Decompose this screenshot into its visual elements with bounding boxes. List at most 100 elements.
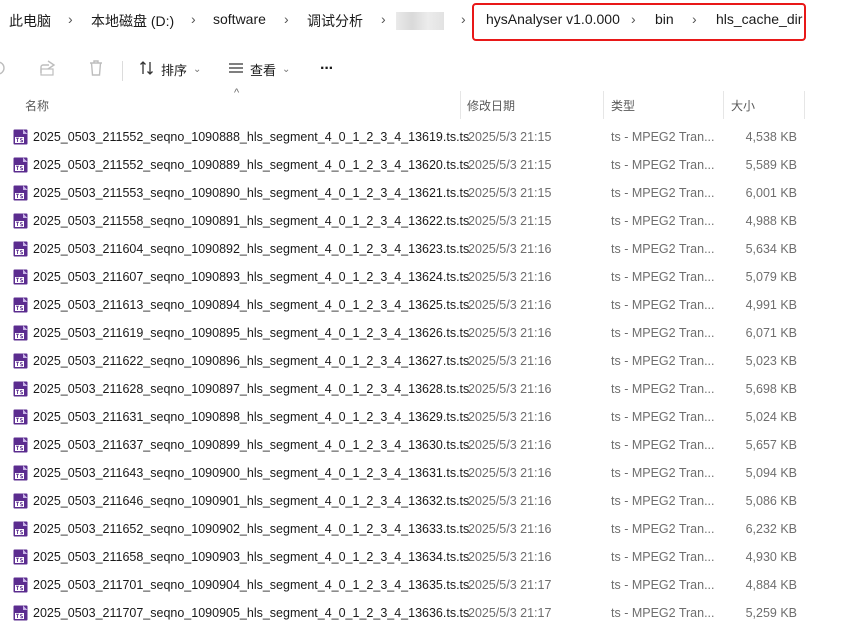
breadcrumb-item-hysanalyser[interactable]: hysAnalyser v1.0.000 xyxy=(486,11,620,27)
file-type: ts - MPEG2 Tran... xyxy=(611,130,715,144)
column-divider[interactable] xyxy=(460,91,461,119)
file-date: 2025/5/3 21:17 xyxy=(468,606,552,620)
breadcrumb-separator[interactable]: › xyxy=(692,11,697,27)
file-row[interactable]: 2025_0503_211552_seqno_1090889_hls_segme… xyxy=(0,151,844,179)
view-button[interactable]: 查看 ⌄ xyxy=(228,58,290,80)
file-row[interactable]: 2025_0503_211701_seqno_1090904_hls_segme… xyxy=(0,571,844,599)
file-type: ts - MPEG2 Tran... xyxy=(611,354,715,368)
column-header-date[interactable]: 修改日期 xyxy=(467,97,515,114)
file-row[interactable]: 2025_0503_211637_seqno_1090899_hls_segme… xyxy=(0,431,844,459)
file-type: ts - MPEG2 Tran... xyxy=(611,270,715,284)
file-name: 2025_0503_211631_seqno_1090898_hls_segme… xyxy=(33,410,470,424)
chevron-down-icon: ⌄ xyxy=(282,63,291,75)
file-size: 4,538 KB xyxy=(745,130,797,144)
breadcrumb-separator[interactable]: › xyxy=(631,11,636,27)
column-divider[interactable] xyxy=(603,91,604,119)
column-divider[interactable] xyxy=(723,91,724,119)
file-type: ts - MPEG2 Tran... xyxy=(611,186,715,200)
file-name: 2025_0503_211701_seqno_1090904_hls_segme… xyxy=(33,578,470,592)
file-date: 2025/5/3 21:16 xyxy=(468,466,552,480)
file-type: ts - MPEG2 Tran... xyxy=(611,298,715,312)
file-size: 5,079 KB xyxy=(745,270,797,284)
ts-file-icon xyxy=(13,437,28,453)
rename-icon[interactable] xyxy=(0,58,8,81)
file-size: 5,024 KB xyxy=(745,410,797,424)
view-label: 查看 xyxy=(250,62,277,78)
file-size: 5,023 KB xyxy=(745,354,797,368)
file-row[interactable]: 2025_0503_211604_seqno_1090892_hls_segme… xyxy=(0,235,844,263)
file-row[interactable]: 2025_0503_211643_seqno_1090900_hls_segme… xyxy=(0,459,844,487)
ts-file-icon xyxy=(13,213,28,229)
file-row[interactable]: 2025_0503_211628_seqno_1090897_hls_segme… xyxy=(0,375,844,403)
breadcrumb-separator[interactable]: › xyxy=(381,11,386,27)
file-name: 2025_0503_211628_seqno_1090897_hls_segme… xyxy=(33,382,470,396)
file-date: 2025/5/3 21:16 xyxy=(468,326,552,340)
file-name: 2025_0503_211622_seqno_1090896_hls_segme… xyxy=(33,354,470,368)
file-date: 2025/5/3 21:15 xyxy=(468,186,552,200)
file-row[interactable]: 2025_0503_211607_seqno_1090893_hls_segme… xyxy=(0,263,844,291)
share-icon[interactable] xyxy=(38,58,58,81)
file-date: 2025/5/3 21:16 xyxy=(468,438,552,452)
file-date: 2025/5/3 21:16 xyxy=(468,522,552,536)
file-row[interactable]: 2025_0503_211613_seqno_1090894_hls_segme… xyxy=(0,291,844,319)
file-row[interactable]: 2025_0503_211658_seqno_1090903_hls_segme… xyxy=(0,543,844,571)
breadcrumb-item-bin[interactable]: bin xyxy=(655,11,674,27)
file-type: ts - MPEG2 Tran... xyxy=(611,242,715,256)
file-name: 2025_0503_211613_seqno_1090894_hls_segme… xyxy=(33,298,470,312)
file-row[interactable]: 2025_0503_211652_seqno_1090902_hls_segme… xyxy=(0,515,844,543)
file-row[interactable]: 2025_0503_211552_seqno_1090888_hls_segme… xyxy=(0,123,844,151)
breadcrumb-separator[interactable]: › xyxy=(191,11,196,27)
column-header-name[interactable]: 名称 xyxy=(25,97,49,114)
breadcrumb-separator[interactable]: › xyxy=(68,11,73,27)
delete-icon[interactable] xyxy=(86,58,106,81)
file-row[interactable]: 2025_0503_211619_seqno_1090895_hls_segme… xyxy=(0,319,844,347)
file-name: 2025_0503_211637_seqno_1090899_hls_segme… xyxy=(33,438,470,452)
file-date: 2025/5/3 21:16 xyxy=(468,354,552,368)
file-name: 2025_0503_211707_seqno_1090905_hls_segme… xyxy=(33,606,470,620)
breadcrumb-separator[interactable]: › xyxy=(461,11,466,27)
file-list: 2025_0503_211552_seqno_1090888_hls_segme… xyxy=(0,123,844,627)
column-header-size[interactable]: 大小 xyxy=(731,97,755,114)
file-size: 4,884 KB xyxy=(745,578,797,592)
command-bar: 排序 ⌄ 查看 ⌄ ··· xyxy=(0,48,844,90)
breadcrumb-item-hls-cache-dir[interactable]: hls_cache_dir xyxy=(716,11,802,27)
column-divider[interactable] xyxy=(804,91,805,119)
column-header-row: ^ 名称 修改日期 类型 大小 xyxy=(0,87,844,119)
file-size: 5,094 KB xyxy=(745,466,797,480)
breadcrumb-separator[interactable]: › xyxy=(284,11,289,27)
file-row[interactable]: 2025_0503_211707_seqno_1090905_hls_segme… xyxy=(0,599,844,627)
file-size: 4,991 KB xyxy=(745,298,797,312)
file-date: 2025/5/3 21:16 xyxy=(468,382,552,396)
file-row[interactable]: 2025_0503_211558_seqno_1090891_hls_segme… xyxy=(0,207,844,235)
file-date: 2025/5/3 21:15 xyxy=(468,158,552,172)
file-name: 2025_0503_211558_seqno_1090891_hls_segme… xyxy=(33,214,470,228)
more-options-button[interactable]: ··· xyxy=(320,58,334,80)
breadcrumb-item-debug-analysis[interactable]: 调试分析 xyxy=(307,11,363,31)
breadcrumb: 此电脑 › 本地磁盘 (D:) › software › 调试分析 › › hy… xyxy=(0,0,844,42)
file-type: ts - MPEG2 Tran... xyxy=(611,466,715,480)
column-header-type[interactable]: 类型 xyxy=(611,97,635,114)
file-size: 5,259 KB xyxy=(745,606,797,620)
ts-file-icon xyxy=(13,129,28,145)
file-date: 2025/5/3 21:15 xyxy=(468,214,552,228)
file-type: ts - MPEG2 Tran... xyxy=(611,522,715,536)
chevron-down-icon: ⌄ xyxy=(193,63,202,75)
breadcrumb-item-software[interactable]: software xyxy=(213,11,266,27)
file-row[interactable]: 2025_0503_211622_seqno_1090896_hls_segme… xyxy=(0,347,844,375)
ts-file-icon xyxy=(13,381,28,397)
ts-file-icon xyxy=(13,493,28,509)
toolbar-divider xyxy=(122,61,123,81)
breadcrumb-item-local-disk[interactable]: 本地磁盘 (D:) xyxy=(91,11,174,31)
file-date: 2025/5/3 21:16 xyxy=(468,494,552,508)
file-name: 2025_0503_211646_seqno_1090901_hls_segme… xyxy=(33,494,470,508)
breadcrumb-item-this-pc[interactable]: 此电脑 xyxy=(9,11,51,31)
ts-file-icon xyxy=(13,409,28,425)
file-type: ts - MPEG2 Tran... xyxy=(611,410,715,424)
file-row[interactable]: 2025_0503_211553_seqno_1090890_hls_segme… xyxy=(0,179,844,207)
file-row[interactable]: 2025_0503_211631_seqno_1090898_hls_segme… xyxy=(0,403,844,431)
sort-button[interactable]: 排序 ⌄ xyxy=(139,58,201,80)
file-row[interactable]: 2025_0503_211646_seqno_1090901_hls_segme… xyxy=(0,487,844,515)
blurred-folder-name xyxy=(396,12,444,30)
file-type: ts - MPEG2 Tran... xyxy=(611,494,715,508)
ts-file-icon xyxy=(13,325,28,341)
